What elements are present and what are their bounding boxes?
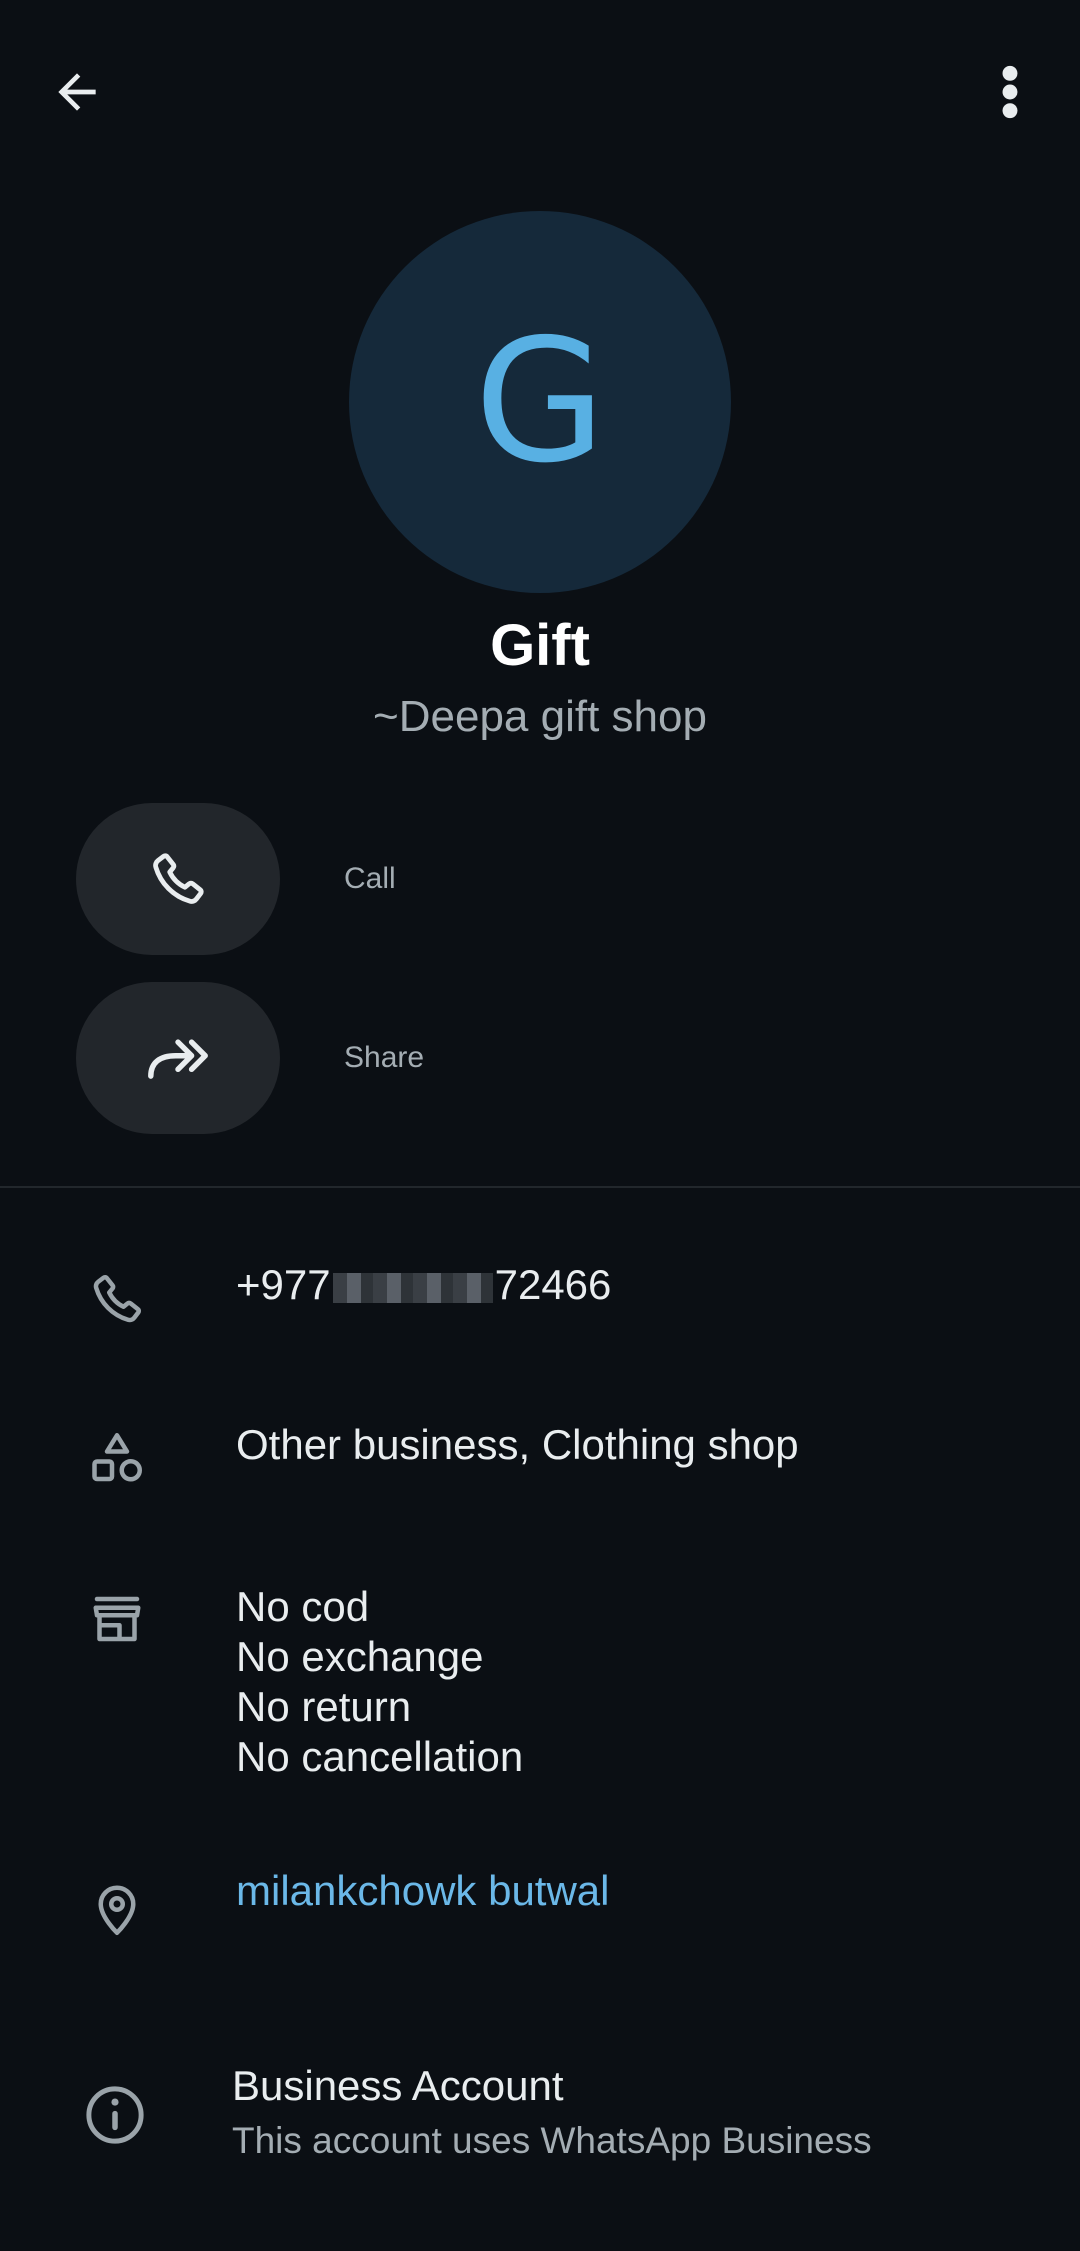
business-account-subtitle: This account uses WhatsApp Business [232, 2120, 872, 2161]
share-action[interactable]: Share [76, 982, 424, 1134]
info-icon-wrap [80, 2080, 150, 2150]
call-label: Call [344, 862, 396, 895]
phone-row[interactable]: +977 72466 [0, 1250, 1080, 1350]
section-divider [0, 1186, 1080, 1188]
location-icon-wrap [82, 1874, 152, 1944]
more-vertical-icon [1002, 65, 1018, 119]
info-icon [86, 2086, 144, 2144]
profile-avatar[interactable]: G [349, 211, 731, 593]
store-icon [93, 1596, 141, 1642]
description-line: No cancellation [236, 1733, 524, 1780]
share-forward-icon [148, 1039, 208, 1079]
business-category: Other business, Clothing shop [236, 1421, 799, 1468]
shapes-icon [92, 1433, 142, 1482]
store-icon-wrap [82, 1584, 152, 1654]
category-icon-wrap [82, 1424, 152, 1494]
description-line: No exchange [236, 1633, 484, 1680]
top-app-bar [0, 0, 1080, 180]
description-line: No return [236, 1683, 412, 1730]
call-action[interactable]: Call [76, 803, 396, 955]
share-label: Share [344, 1041, 425, 1074]
contact-name: Gift [490, 613, 590, 678]
description-row: No cod No exchange No return No cancella… [0, 1570, 1080, 1790]
location-pin-icon [98, 1885, 136, 1935]
phone-number[interactable]: +977 72466 [236, 1260, 611, 1310]
phone-icon [93, 1274, 142, 1323]
call-button[interactable] [76, 803, 280, 955]
phone-suffix: 72466 [494, 1261, 612, 1308]
business-address-link[interactable]: milankchowk butwal [236, 1866, 610, 1916]
description-line: No cod [236, 1583, 370, 1630]
phone-prefix: +977 [236, 1261, 331, 1308]
share-button[interactable] [76, 982, 280, 1134]
back-button[interactable] [40, 55, 114, 129]
contact-subtitle: ~Deepa gift shop [373, 692, 707, 741]
category-row: Other business, Clothing shop [0, 1410, 1080, 1510]
business-account-title: Business Account [232, 2062, 564, 2109]
more-options-button[interactable] [980, 55, 1040, 129]
phone-row-icon-wrap [82, 1264, 152, 1334]
redacted-digits [332, 1272, 493, 1303]
address-row[interactable]: milankchowk butwal [0, 1860, 1080, 1960]
phone-icon [153, 853, 204, 904]
avatar-letter: G [474, 303, 606, 501]
arrow-left-icon [58, 73, 96, 111]
business-description: No cod No exchange No return No cancella… [236, 1582, 523, 1782]
